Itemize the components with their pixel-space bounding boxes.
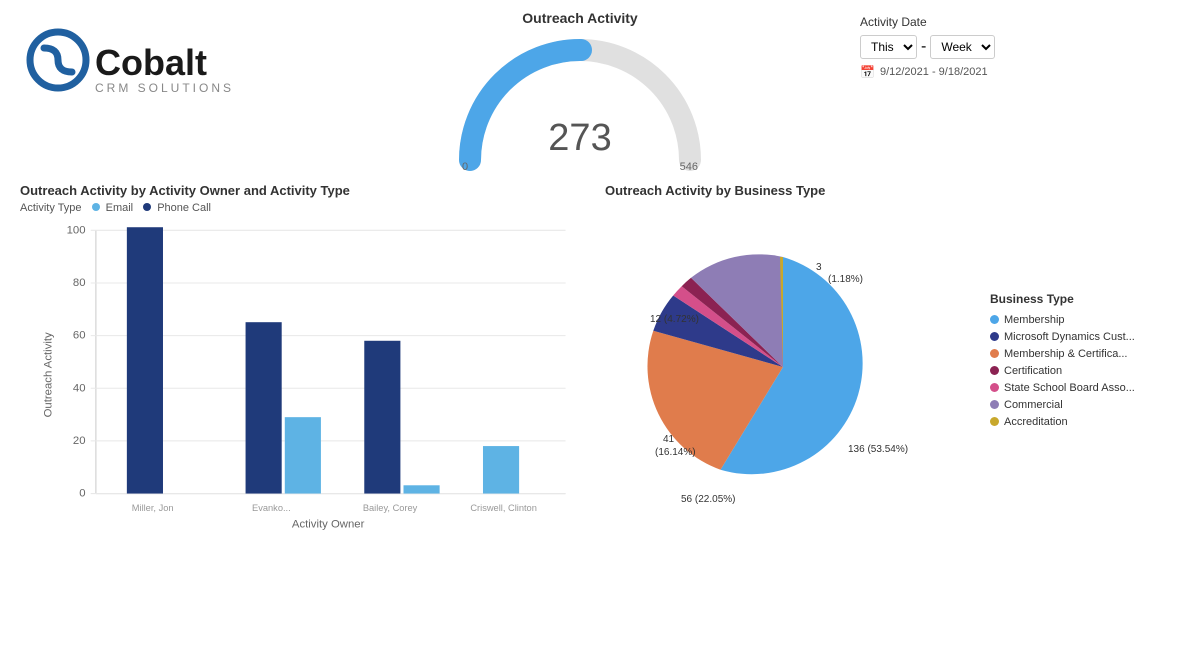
bar-chart-wrapper: 0 20 40 60 80 100 — [20, 220, 595, 540]
bar — [127, 227, 163, 493]
legend-label-ssb: State School Board Asso... — [1004, 382, 1135, 394]
legend-label-accred: Accreditation — [1004, 416, 1068, 428]
bar-chart-legend: Activity Type Email Phone Call — [20, 202, 595, 214]
dashboard: Cobalt CRM SOLUTIONS Outreach Activity 2… — [0, 0, 1200, 647]
bar-chart-title: Outreach Activity by Activity Owner and … — [20, 183, 595, 198]
svg-text:Bailey, Corey: Bailey, Corey — [363, 503, 418, 513]
date-controls: This - Week — [860, 35, 1180, 59]
pie-chart-area: 3 12 (4.72%) 41 (16.14%) 56 (22.05%) 136… — [605, 202, 1180, 522]
legend-item-cert: Certification — [990, 365, 1180, 377]
logo-area: Cobalt CRM SOLUTIONS — [20, 10, 300, 105]
legend-item-mc: Membership & Certifica... — [990, 348, 1180, 360]
gauge-value: 273 — [548, 117, 611, 160]
pie-chart-title: Outreach Activity by Business Type — [605, 183, 1180, 198]
legend-color-cert — [990, 366, 999, 375]
bar-chart-svg: 0 20 40 60 80 100 — [20, 220, 595, 540]
pie-legend: Business Type Membership Microsoft Dynam… — [990, 292, 1180, 433]
legend-item-accred: Accreditation — [990, 416, 1180, 428]
bar — [404, 485, 440, 493]
bar — [285, 417, 321, 493]
phone-legend: Phone Call — [143, 202, 211, 214]
legend-color-accred — [990, 417, 999, 426]
gauge-container: 273 0 546 — [450, 30, 710, 175]
activity-date-section: Activity Date This - Week 📅 9/12/2021 - … — [860, 10, 1180, 79]
pie-label-3-top: 3 — [816, 262, 822, 273]
legend-item-commercial: Commercial — [990, 399, 1180, 411]
phone-dot — [143, 203, 151, 211]
svg-text:CRM SOLUTIONS: CRM SOLUTIONS — [95, 81, 234, 95]
svg-text:Evanko...: Evanko... — [252, 503, 291, 513]
pie-label-136: 136 (53.54%) — [848, 444, 908, 455]
svg-text:100: 100 — [67, 224, 86, 236]
pie-label-118: (1.18%) — [828, 274, 863, 285]
pie-legend-title: Business Type — [990, 292, 1180, 306]
legend-color-commercial — [990, 400, 999, 409]
pie-label-12: 12 (4.72%) — [650, 314, 699, 325]
legend-item-membership: Membership — [990, 314, 1180, 326]
date-separator: - — [921, 38, 926, 56]
gauge-min: 0 — [462, 161, 468, 173]
svg-text:0: 0 — [79, 488, 85, 500]
pie-label-56: 56 (22.05%) — [681, 494, 735, 505]
bar — [246, 322, 282, 493]
activity-type-label: Activity Type — [20, 202, 82, 214]
svg-text:Miller, Jon: Miller, Jon — [132, 503, 174, 513]
email-dot — [92, 203, 100, 211]
legend-color-ssb — [990, 383, 999, 392]
legend-item-msdc: Microsoft Dynamics Cust... — [990, 331, 1180, 343]
this-select[interactable]: This — [860, 35, 917, 59]
legend-label-cert: Certification — [1004, 365, 1062, 377]
header-row: Cobalt CRM SOLUTIONS Outreach Activity 2… — [20, 10, 1180, 175]
bar — [483, 446, 519, 493]
legend-color-mc — [990, 349, 999, 358]
pie-label-41: 41 — [663, 434, 675, 445]
legend-label-mc: Membership & Certifica... — [1004, 348, 1127, 360]
activity-date-label: Activity Date — [860, 15, 1180, 29]
pie-svg: 3 12 (4.72%) 41 (16.14%) 56 (22.05%) 136… — [633, 212, 953, 512]
right-chart: Outreach Activity by Business Type — [605, 183, 1180, 540]
svg-text:20: 20 — [73, 435, 86, 447]
svg-text:Criswell, Clinton: Criswell, Clinton — [470, 503, 537, 513]
legend-item-ssb: State School Board Asso... — [990, 382, 1180, 394]
pie-label-41-pct: (16.14%) — [655, 447, 696, 458]
email-label: Email — [106, 202, 134, 214]
legend-label-commercial: Commercial — [1004, 399, 1063, 411]
svg-text:80: 80 — [73, 277, 86, 289]
legend-label-msdc: Microsoft Dynamics Cust... — [1004, 331, 1135, 343]
phone-label: Phone Call — [157, 202, 211, 214]
svg-text:Activity Owner: Activity Owner — [292, 519, 365, 531]
svg-text:60: 60 — [73, 330, 86, 342]
pie-segments — [647, 254, 862, 474]
gauge-max: 546 — [680, 161, 698, 173]
legend-color-membership — [990, 315, 999, 324]
svg-text:Cobalt: Cobalt — [95, 42, 207, 83]
logo-svg: Cobalt CRM SOLUTIONS — [20, 20, 280, 100]
outreach-activity-title: Outreach Activity — [522, 10, 637, 26]
left-chart: Outreach Activity by Activity Owner and … — [20, 183, 595, 540]
email-legend: Email — [92, 202, 134, 214]
date-range-text: 9/12/2021 - 9/18/2021 — [880, 66, 988, 78]
week-select[interactable]: Week — [930, 35, 995, 59]
legend-color-msdc — [990, 332, 999, 341]
outreach-activity-section: Outreach Activity 273 0 546 — [300, 10, 860, 175]
bar — [364, 341, 400, 494]
calendar-icon: 📅 — [860, 65, 875, 79]
svg-text:Outreach Activity: Outreach Activity — [42, 332, 54, 417]
date-range-display: 📅 9/12/2021 - 9/18/2021 — [860, 65, 1180, 79]
svg-text:40: 40 — [73, 382, 86, 394]
legend-label-membership: Membership — [1004, 314, 1065, 326]
charts-row: Outreach Activity by Activity Owner and … — [20, 183, 1180, 540]
pie-svg-container: 3 12 (4.72%) 41 (16.14%) 56 (22.05%) 136… — [605, 202, 980, 522]
